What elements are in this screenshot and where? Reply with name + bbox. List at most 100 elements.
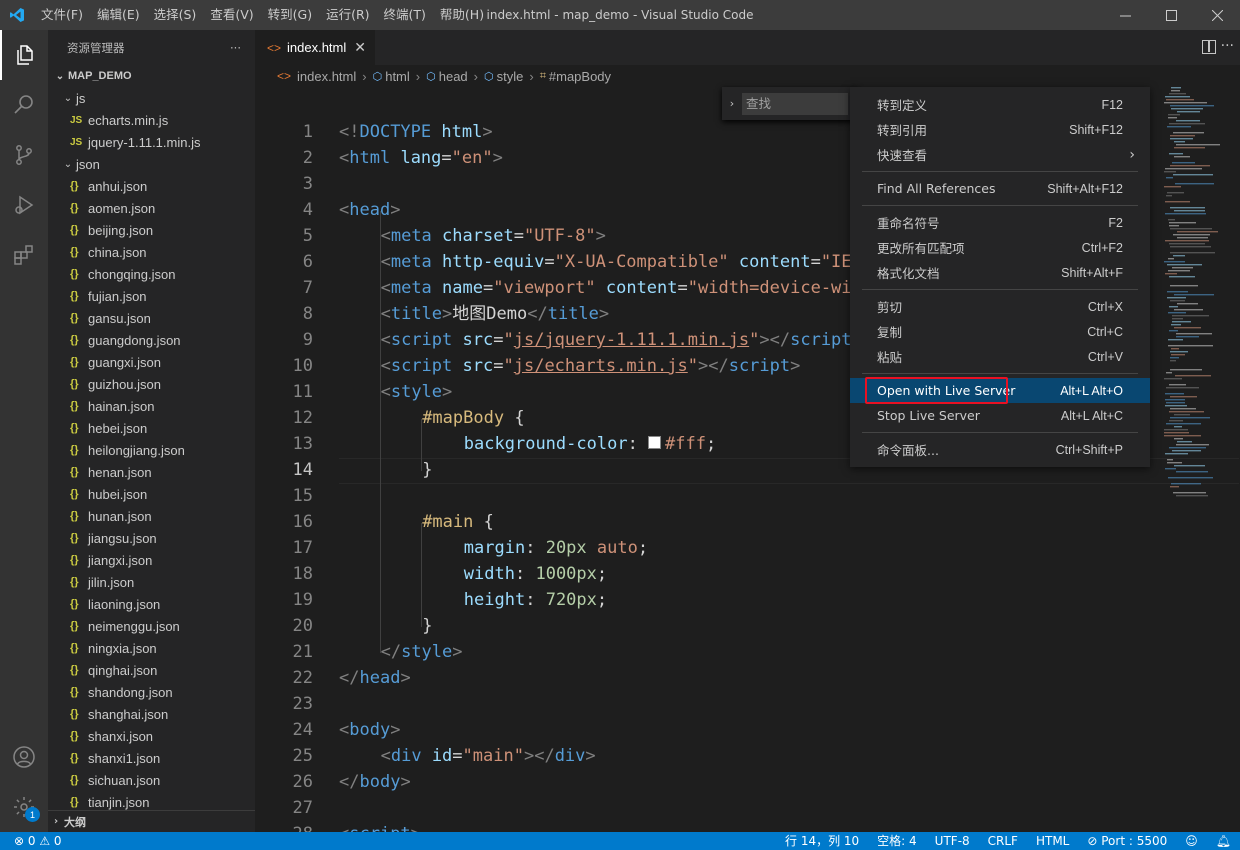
menu-item[interactable]: 编辑(E) [90, 0, 147, 30]
context-menu-item[interactable]: 剪切 Ctrl+X [850, 294, 1150, 319]
encoding[interactable]: UTF-8 [926, 832, 979, 850]
minimize-button[interactable] [1102, 0, 1148, 30]
context-menu-item[interactable]: 更改所有匹配项 Ctrl+F2 [850, 235, 1150, 260]
run-debug-icon[interactable] [0, 180, 48, 230]
menu-item[interactable]: 选择(S) [147, 0, 204, 30]
file-item[interactable]: {} liaoning.json [48, 593, 255, 615]
breadcrumb-item[interactable]: head [439, 69, 468, 84]
file-item[interactable]: {} china.json [48, 241, 255, 263]
file-item[interactable]: {} heilongjiang.json [48, 439, 255, 461]
breadcrumb-item[interactable]: style [497, 69, 524, 84]
file-item[interactable]: {} hainan.json [48, 395, 255, 417]
file-item[interactable]: {} jilin.json [48, 571, 255, 593]
split-editor-icon[interactable] [1202, 40, 1216, 54]
folder-json[interactable]: ⌄ json [48, 153, 255, 175]
context-menu-item[interactable]: 复制 Ctrl+C [850, 319, 1150, 344]
context-menu-item[interactable]: Stop Live Server Alt+L Alt+C [850, 403, 1150, 428]
file-label: hunan.json [88, 508, 152, 524]
file-item[interactable]: {} hunan.json [48, 505, 255, 527]
context-menu-item[interactable]: 转到定义 F12 [850, 92, 1150, 117]
menu-item-shortcut: Ctrl+F2 [1081, 240, 1123, 255]
minimap-line [1176, 336, 1199, 338]
breadcrumb-item[interactable]: html [385, 69, 410, 84]
source-control-icon[interactable] [0, 130, 48, 180]
file-item[interactable]: {} anhui.json [48, 175, 255, 197]
menu-item[interactable]: 查看(V) [203, 0, 260, 30]
more-actions-icon[interactable]: ··· [1221, 38, 1234, 54]
file-item[interactable]: {} sichuan.json [48, 769, 255, 791]
file-item[interactable]: {} hubei.json [48, 483, 255, 505]
file-item[interactable]: {} shanghai.json [48, 703, 255, 725]
close-tab-icon[interactable]: ✕ [354, 39, 366, 56]
file-item[interactable]: {} jiangxi.json [48, 549, 255, 571]
maximize-button[interactable] [1148, 0, 1194, 30]
file-item[interactable]: {} henan.json [48, 461, 255, 483]
close-window-button[interactable] [1194, 0, 1240, 30]
outline-header[interactable]: › 大纲 [48, 810, 255, 832]
menu-item[interactable]: 终端(T) [377, 0, 433, 30]
context-menu-item[interactable]: Open with Live Server Alt+L Alt+O [850, 378, 1150, 403]
explorer-icon[interactable] [0, 30, 48, 80]
json-file-icon: {} [70, 224, 79, 236]
breadcrumb-item[interactable]: #mapBody [549, 69, 611, 84]
file-item[interactable]: {} guizhou.json [48, 373, 255, 395]
chevron-right-icon[interactable]: › [722, 97, 742, 110]
file-item[interactable]: {} fujian.json [48, 285, 255, 307]
file-label: jiangsu.json [88, 530, 157, 546]
minimap-line [1171, 87, 1181, 89]
cursor-position[interactable]: 行 14，列 10 [776, 832, 868, 850]
file-item[interactable]: {} jiangsu.json [48, 527, 255, 549]
file-item[interactable]: {} guangxi.json [48, 351, 255, 373]
folder-js[interactable]: ⌄ js [48, 87, 255, 109]
context-menu-item[interactable]: 格式化文档 Shift+Alt+F [850, 260, 1150, 285]
workspace-root[interactable]: ⌄ MAP_DEMO [48, 65, 255, 87]
file-item[interactable]: {} ningxia.json [48, 637, 255, 659]
extensions-icon[interactable] [0, 230, 48, 280]
more-actions-icon[interactable]: ··· [230, 41, 241, 55]
file-item[interactable]: {} guangdong.json [48, 329, 255, 351]
tab-index-html[interactable]: <> index.html ✕ [255, 30, 375, 65]
color-swatch[interactable] [648, 436, 662, 449]
file-item[interactable]: {} hebei.json [48, 417, 255, 439]
indentation[interactable]: 空格: 4 [868, 832, 926, 850]
menu-item[interactable]: 文件(F) [34, 0, 90, 30]
search-icon[interactable] [0, 80, 48, 130]
minimap-line [1170, 369, 1202, 371]
file-item[interactable]: {} gansu.json [48, 307, 255, 329]
feedback-icon[interactable]: ☺ [1176, 832, 1207, 850]
context-menu-item[interactable]: 命令面板... Ctrl+Shift+P [850, 437, 1150, 462]
find-input[interactable] [742, 92, 848, 115]
menu-item[interactable]: 运行(R) [319, 0, 376, 30]
breadcrumb-item[interactable]: index.html [297, 69, 356, 84]
context-menu-item[interactable]: 快速查看 › [850, 142, 1150, 167]
code-token: : [525, 538, 546, 558]
file-item[interactable]: {} shanxi1.json [48, 747, 255, 769]
end-of-line[interactable]: CRLF [979, 832, 1027, 850]
file-item[interactable]: JS jquery-1.11.1.min.js [48, 131, 255, 153]
file-item[interactable]: {} aomen.json [48, 197, 255, 219]
live-server-port[interactable]: ⊘ Port : 5500 [1078, 832, 1176, 850]
file-item[interactable]: {} shandong.json [48, 681, 255, 703]
account-icon[interactable] [0, 732, 48, 782]
minimap-line [1169, 420, 1183, 422]
file-item[interactable]: {} neimenggu.json [48, 615, 255, 637]
file-item[interactable]: {} shanxi.json [48, 725, 255, 747]
minimap[interactable] [1160, 87, 1240, 507]
file-item[interactable]: JS echarts.min.js [48, 109, 255, 131]
menu-item[interactable]: 转到(G) [261, 0, 319, 30]
context-menu-item[interactable]: Find All References Shift+Alt+F12 [850, 176, 1150, 201]
code-token: " [749, 330, 760, 350]
file-item[interactable]: {} qinghai.json [48, 659, 255, 681]
minimap-line [1169, 447, 1206, 449]
file-item[interactable]: {} chongqing.json [48, 263, 255, 285]
menu-item[interactable]: 帮助(H) [433, 0, 491, 30]
context-menu-item[interactable]: 重命名符号 F2 [850, 210, 1150, 235]
notifications-bell-icon[interactable]: 🔔︎ [1207, 832, 1240, 850]
context-menu-item[interactable]: 粘贴 Ctrl+V [850, 344, 1150, 369]
problems-indicator[interactable]: ⊗ 0 ⚠ 0 [14, 832, 71, 850]
language-mode[interactable]: HTML [1027, 832, 1078, 850]
manage-gear-icon[interactable]: 1 [0, 782, 48, 832]
file-item[interactable]: {} beijing.json [48, 219, 255, 241]
minimap-line [1174, 465, 1205, 467]
context-menu-item[interactable]: 转到引用 Shift+F12 [850, 117, 1150, 142]
